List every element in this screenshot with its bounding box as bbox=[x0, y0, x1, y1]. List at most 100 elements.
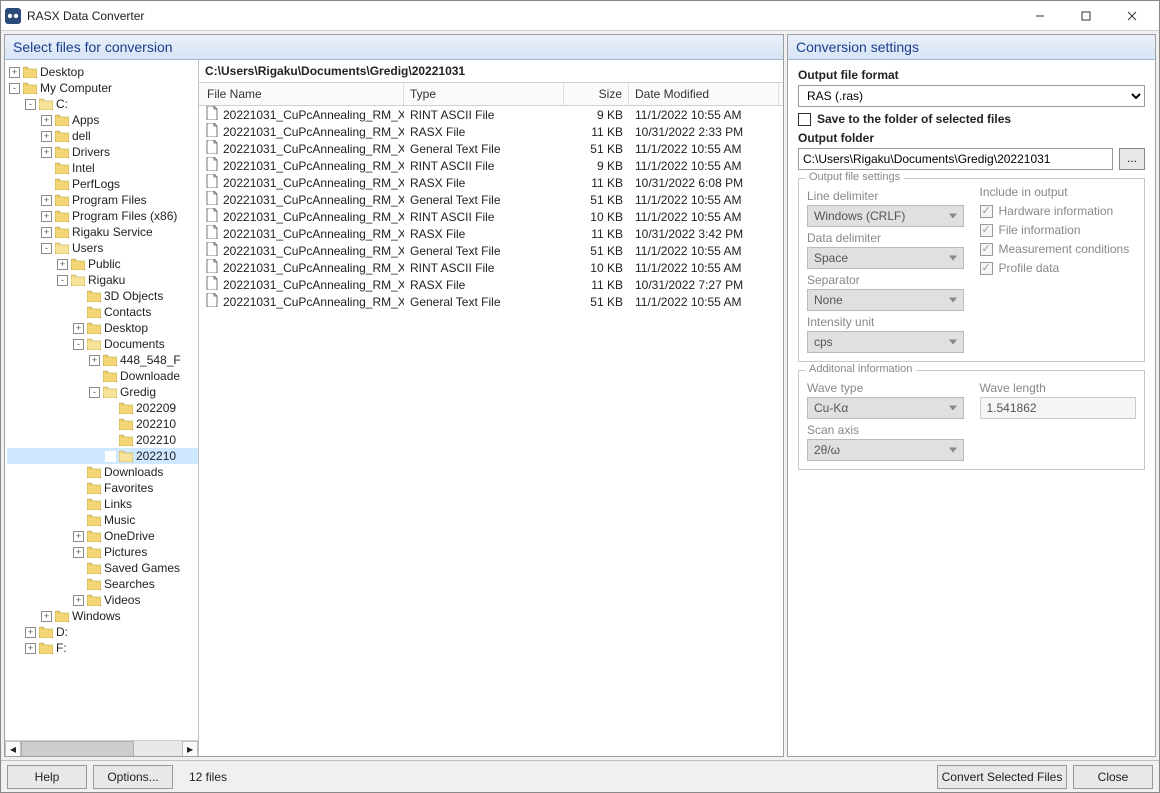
expand-icon[interactable]: + bbox=[25, 627, 36, 638]
settings-panel-title: Conversion settings bbox=[788, 35, 1155, 60]
save-to-folder-checkbox[interactable] bbox=[798, 113, 811, 126]
tree-item[interactable]: -C: bbox=[7, 96, 198, 112]
tree-item[interactable]: +Public bbox=[7, 256, 198, 272]
expand-icon[interactable]: + bbox=[41, 147, 52, 158]
scroll-thumb[interactable] bbox=[21, 741, 134, 757]
convert-button[interactable]: Convert Selected Files bbox=[937, 765, 1067, 789]
tree-item[interactable]: 202210 bbox=[7, 432, 198, 448]
line-delimiter-label: Line delimiter bbox=[807, 189, 964, 203]
tree-item[interactable]: +Videos bbox=[7, 592, 198, 608]
tree-item[interactable]: -My Computer bbox=[7, 80, 198, 96]
file-row[interactable]: 20221031_CuPcAnnealing_RM_X...RINT ASCII… bbox=[199, 259, 783, 276]
collapse-icon[interactable]: - bbox=[73, 339, 84, 350]
tree-item[interactable]: -Users bbox=[7, 240, 198, 256]
file-row[interactable]: 20221031_CuPcAnnealing_RM_X...General Te… bbox=[199, 191, 783, 208]
folder-tree[interactable]: +Desktop-My Computer-C:+Apps+dell+Driver… bbox=[5, 60, 198, 740]
tree-item[interactable]: +Drivers bbox=[7, 144, 198, 160]
tree-item-label: Pictures bbox=[104, 544, 147, 560]
options-button[interactable]: Options... bbox=[93, 765, 173, 789]
tree-item[interactable]: +Desktop bbox=[7, 320, 198, 336]
file-list-header[interactable]: File Name Type Size Date Modified bbox=[199, 83, 783, 106]
file-row[interactable]: 20221031_CuPcAnnealing_RM_X...General Te… bbox=[199, 293, 783, 310]
expand-icon[interactable]: + bbox=[89, 355, 100, 366]
tree-item[interactable]: Intel bbox=[7, 160, 198, 176]
expand-icon[interactable]: + bbox=[73, 547, 84, 558]
tree-item[interactable]: +OneDrive bbox=[7, 528, 198, 544]
tree-item[interactable]: Music bbox=[7, 512, 198, 528]
maximize-button[interactable] bbox=[1063, 1, 1109, 31]
expand-icon[interactable]: + bbox=[41, 611, 52, 622]
expand-icon[interactable]: + bbox=[41, 115, 52, 126]
expand-icon[interactable]: + bbox=[41, 211, 52, 222]
expand-icon[interactable]: + bbox=[73, 595, 84, 606]
help-button[interactable]: Help bbox=[7, 765, 87, 789]
tree-item[interactable]: 202209 bbox=[7, 400, 198, 416]
expander-spacer bbox=[73, 563, 84, 574]
col-header-type[interactable]: Type bbox=[404, 83, 564, 105]
close-button[interactable] bbox=[1109, 1, 1155, 31]
file-date: 11/1/2022 10:55 AM bbox=[629, 108, 779, 122]
file-row[interactable]: 20221031_CuPcAnnealing_RM_X...General Te… bbox=[199, 140, 783, 157]
tree-item[interactable]: +Program Files (x86) bbox=[7, 208, 198, 224]
expand-icon[interactable]: + bbox=[41, 131, 52, 142]
file-row[interactable]: 20221031_CuPcAnnealing_RM_X...RASX File1… bbox=[199, 174, 783, 191]
tree-item[interactable]: +dell bbox=[7, 128, 198, 144]
expand-icon[interactable]: + bbox=[41, 195, 52, 206]
tree-item[interactable]: +F: bbox=[7, 640, 198, 656]
collapse-icon[interactable]: - bbox=[9, 83, 20, 94]
expand-icon[interactable]: + bbox=[9, 67, 20, 78]
tree-item[interactable]: +Desktop bbox=[7, 64, 198, 80]
scroll-left-icon[interactable]: ◂ bbox=[5, 741, 21, 757]
collapse-icon[interactable]: - bbox=[89, 387, 100, 398]
tree-item[interactable]: +Apps bbox=[7, 112, 198, 128]
minimize-button[interactable] bbox=[1017, 1, 1063, 31]
expand-icon[interactable]: + bbox=[57, 259, 68, 270]
tree-item[interactable]: +Rigaku Service bbox=[7, 224, 198, 240]
tree-item[interactable]: Downloade bbox=[7, 368, 198, 384]
col-header-name[interactable]: File Name bbox=[199, 83, 404, 105]
expand-icon[interactable]: + bbox=[73, 531, 84, 542]
tree-item[interactable]: +D: bbox=[7, 624, 198, 640]
tree-h-scrollbar[interactable]: ◂ ▸ bbox=[5, 740, 198, 756]
close-dialog-button[interactable]: Close bbox=[1073, 765, 1153, 789]
tree-item[interactable]: 3D Objects bbox=[7, 288, 198, 304]
file-row[interactable]: 20221031_CuPcAnnealing_RM_X...RASX File1… bbox=[199, 123, 783, 140]
tree-item[interactable]: +448_548_F bbox=[7, 352, 198, 368]
tree-item[interactable]: Favorites bbox=[7, 480, 198, 496]
collapse-icon[interactable]: - bbox=[57, 275, 68, 286]
tree-item[interactable]: Contacts bbox=[7, 304, 198, 320]
file-row[interactable]: 20221031_CuPcAnnealing_RM_X...RASX File1… bbox=[199, 225, 783, 242]
file-row[interactable]: 20221031_CuPcAnnealing_RM_X...RINT ASCII… bbox=[199, 208, 783, 225]
expand-icon[interactable]: + bbox=[41, 227, 52, 238]
scroll-right-icon[interactable]: ▸ bbox=[182, 741, 198, 757]
file-row[interactable]: 20221031_CuPcAnnealing_RM_X...General Te… bbox=[199, 242, 783, 259]
browse-button[interactable]: ... bbox=[1119, 148, 1145, 170]
expand-icon[interactable]: + bbox=[25, 643, 36, 654]
tree-item[interactable]: -Documents bbox=[7, 336, 198, 352]
tree-item[interactable]: PerfLogs bbox=[7, 176, 198, 192]
tree-item[interactable]: 202210 bbox=[7, 448, 198, 464]
tree-item[interactable]: Searches bbox=[7, 576, 198, 592]
scroll-track[interactable] bbox=[21, 741, 182, 757]
collapse-icon[interactable]: - bbox=[41, 243, 52, 254]
tree-item[interactable]: Downloads bbox=[7, 464, 198, 480]
col-header-date[interactable]: Date Modified bbox=[629, 83, 779, 105]
tree-item[interactable]: -Gredig bbox=[7, 384, 198, 400]
output-format-select[interactable]: RAS (.ras) bbox=[798, 85, 1145, 107]
tree-item[interactable]: + Pictures bbox=[7, 544, 198, 560]
app-icon bbox=[5, 8, 21, 24]
expand-icon[interactable]: + bbox=[73, 323, 84, 334]
file-row[interactable]: 20221031_CuPcAnnealing_RM_X...RASX File1… bbox=[199, 276, 783, 293]
tree-item[interactable]: +Program Files bbox=[7, 192, 198, 208]
tree-item[interactable]: 202210 bbox=[7, 416, 198, 432]
file-row[interactable]: 20221031_CuPcAnnealing_RM_X...RINT ASCII… bbox=[199, 157, 783, 174]
output-folder-input[interactable] bbox=[798, 148, 1113, 170]
col-header-size[interactable]: Size bbox=[564, 83, 629, 105]
file-row[interactable]: 20221031_CuPcAnnealing_RM_X...RINT ASCII… bbox=[199, 106, 783, 123]
tree-item[interactable]: Saved Games bbox=[7, 560, 198, 576]
file-list[interactable]: 20221031_CuPcAnnealing_RM_X...RINT ASCII… bbox=[199, 106, 783, 756]
collapse-icon[interactable]: - bbox=[25, 99, 36, 110]
tree-item[interactable]: -Rigaku bbox=[7, 272, 198, 288]
tree-item[interactable]: +Windows bbox=[7, 608, 198, 624]
tree-item[interactable]: Links bbox=[7, 496, 198, 512]
